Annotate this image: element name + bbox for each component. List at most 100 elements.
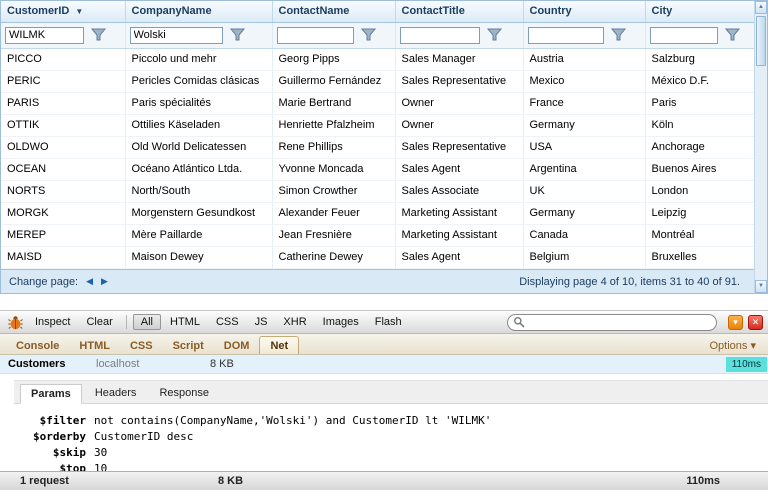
column-label: CustomerID [7, 5, 70, 18]
filter-icon[interactable] [611, 27, 627, 44]
request-domain: localhost [96, 358, 140, 370]
grid-cell: Marketing Assistant [395, 202, 524, 225]
grid-row[interactable]: MORGK Morgenstern Gesundkost Alexander F… [1, 202, 754, 225]
column-header-country[interactable]: Country [523, 1, 646, 23]
column-header-contacttitle[interactable]: ContactTitle [395, 1, 524, 23]
grid-cell: OLDWO [1, 136, 126, 159]
filter-input-contacttitle[interactable] [399, 26, 481, 44]
tab-dom[interactable]: DOM [214, 337, 260, 354]
scroll-up-icon[interactable]: ▲ [755, 1, 767, 14]
filter-button-js[interactable]: JS [248, 315, 275, 329]
filter-icon[interactable] [90, 27, 106, 44]
filter-cell-customerid [1, 22, 126, 49]
detail-tab-response[interactable]: Response [149, 384, 219, 402]
grid-row[interactable]: OTTIK Ottilies Käseladen Henriette Pfalz… [1, 114, 754, 137]
grid-cell: Anchorage [645, 136, 754, 159]
grid-cell: Sales Agent [395, 246, 524, 269]
grid-cell: Old World Delicatessen [125, 136, 273, 159]
grid-row[interactable]: OLDWO Old World Delicatessen Rene Philli… [1, 136, 754, 159]
grid-main: CustomerID ▼ CompanyName ContactName Con… [1, 1, 754, 293]
grid-cell: Germany [523, 202, 646, 225]
status-request-count: 1 request [20, 475, 69, 487]
filter-button-css[interactable]: CSS [209, 315, 246, 329]
filter-button-flash[interactable]: Flash [368, 315, 409, 329]
options-menu[interactable]: Options ▾ [703, 336, 762, 354]
grid-cell: Montréal [645, 224, 754, 247]
grid-cell: Catherine Dewey [272, 246, 396, 269]
grid-row[interactable]: MAISD Maison Dewey Catherine Dewey Sales… [1, 246, 754, 269]
grid-row[interactable]: PERIC Pericles Comidas clásicas Guillerm… [1, 70, 754, 93]
minimize-button[interactable]: ▾ [728, 314, 743, 330]
grid-cell: Sales Representative [395, 136, 524, 159]
param-row: $filter not contains(CompanyName,'Wolski… [22, 414, 768, 427]
filter-input-country[interactable] [527, 26, 605, 44]
prev-page-button[interactable]: ◀ [86, 276, 93, 287]
column-header-customerid[interactable]: CustomerID ▼ [1, 1, 126, 23]
firebug-icon[interactable] [8, 315, 23, 330]
filter-cell-city [645, 22, 754, 49]
net-request-row[interactable]: Customers localhost 8 KB 110ms [0, 355, 768, 374]
grid-row[interactable]: PARIS Paris spécialités Marie Bertrand O… [1, 92, 754, 115]
firebug-panel: Inspect Clear All HTML CSS JS XHR Images… [0, 310, 768, 490]
grid-cell: Sales Manager [395, 48, 524, 71]
filter-icon[interactable] [487, 27, 503, 44]
grid-cell: Mexico [523, 70, 646, 93]
filter-icon[interactable] [230, 27, 246, 44]
tab-script[interactable]: Script [163, 337, 214, 354]
close-button[interactable]: ✕ [748, 314, 763, 330]
next-page-button[interactable]: ▶ [101, 276, 108, 287]
column-header-companyname[interactable]: CompanyName [125, 1, 273, 23]
grid-cell: Buenos Aires [645, 158, 754, 181]
grid-cell: Mère Paillarde [125, 224, 273, 247]
column-header-contactname[interactable]: ContactName [272, 1, 396, 23]
grid-cell: Köln [645, 114, 754, 137]
filter-icon[interactable] [361, 27, 377, 44]
filter-button-xhr[interactable]: XHR [276, 315, 313, 329]
tab-html[interactable]: HTML [69, 337, 120, 354]
filter-icon[interactable] [724, 27, 740, 44]
grid-cell: Argentina [523, 158, 646, 181]
chevron-down-icon: ▾ [750, 340, 756, 352]
grid-cell: Belgium [523, 246, 646, 269]
options-label: Options [709, 340, 748, 352]
filter-cell-contacttitle [395, 22, 524, 49]
grid-vertical-scrollbar[interactable]: ▲ ▼ [754, 1, 767, 293]
detail-tab-params[interactable]: Params [20, 384, 82, 404]
detail-tab-headers[interactable]: Headers [85, 384, 147, 402]
scrollbar-thumb[interactable] [756, 16, 766, 66]
filter-input-contactname[interactable] [276, 26, 355, 44]
filter-input-customerid[interactable] [5, 26, 84, 44]
firebug-toolbar: Inspect Clear All HTML CSS JS XHR Images… [0, 311, 768, 334]
grid-cell: Austria [523, 48, 646, 71]
filter-button-all[interactable]: All [132, 314, 161, 330]
grid-row[interactable]: MEREP Mère Paillarde Jean Fresnière Mark… [1, 224, 754, 247]
net-status-bar: 1 request 8 KB 110ms [0, 471, 768, 490]
grid-cell: Jean Fresnière [272, 224, 396, 247]
firebug-tabbar: Console HTML CSS Script DOM Net Options … [0, 334, 768, 355]
scroll-down-icon[interactable]: ▼ [755, 280, 767, 293]
grid-cell: Paris [645, 92, 754, 115]
tab-console[interactable]: Console [6, 337, 69, 354]
grid-cell: Leipzig [645, 202, 754, 225]
tab-css[interactable]: CSS [120, 337, 163, 354]
grid-cell: Owner [395, 114, 524, 137]
clear-button[interactable]: Clear [79, 314, 119, 330]
column-label: ContactTitle [401, 5, 465, 18]
grid-cell: Maison Dewey [125, 246, 273, 269]
grid-row[interactable]: NORTS North/South Simon Crowther Sales A… [1, 180, 754, 203]
filter-input-companyname[interactable] [129, 26, 224, 44]
filter-button-images[interactable]: Images [316, 315, 366, 329]
filter-input-city[interactable] [649, 26, 718, 44]
grid-cell: UK [523, 180, 646, 203]
column-header-city[interactable]: City [645, 1, 754, 23]
column-label: CompanyName [131, 5, 212, 18]
grid-cell: Paris spécialités [125, 92, 273, 115]
filter-button-html[interactable]: HTML [163, 315, 207, 329]
inspect-button[interactable]: Inspect [28, 314, 77, 330]
grid-row[interactable]: OCEAN Océano Atlántico Ltda. Yvonne Monc… [1, 158, 754, 181]
grid-cell: PERIC [1, 70, 126, 93]
tab-net[interactable]: Net [259, 336, 300, 354]
search-input[interactable] [528, 315, 711, 329]
grid-row[interactable]: PICCO Piccolo und mehr Georg Pipps Sales… [1, 48, 754, 71]
close-icon: ✕ [751, 316, 760, 327]
